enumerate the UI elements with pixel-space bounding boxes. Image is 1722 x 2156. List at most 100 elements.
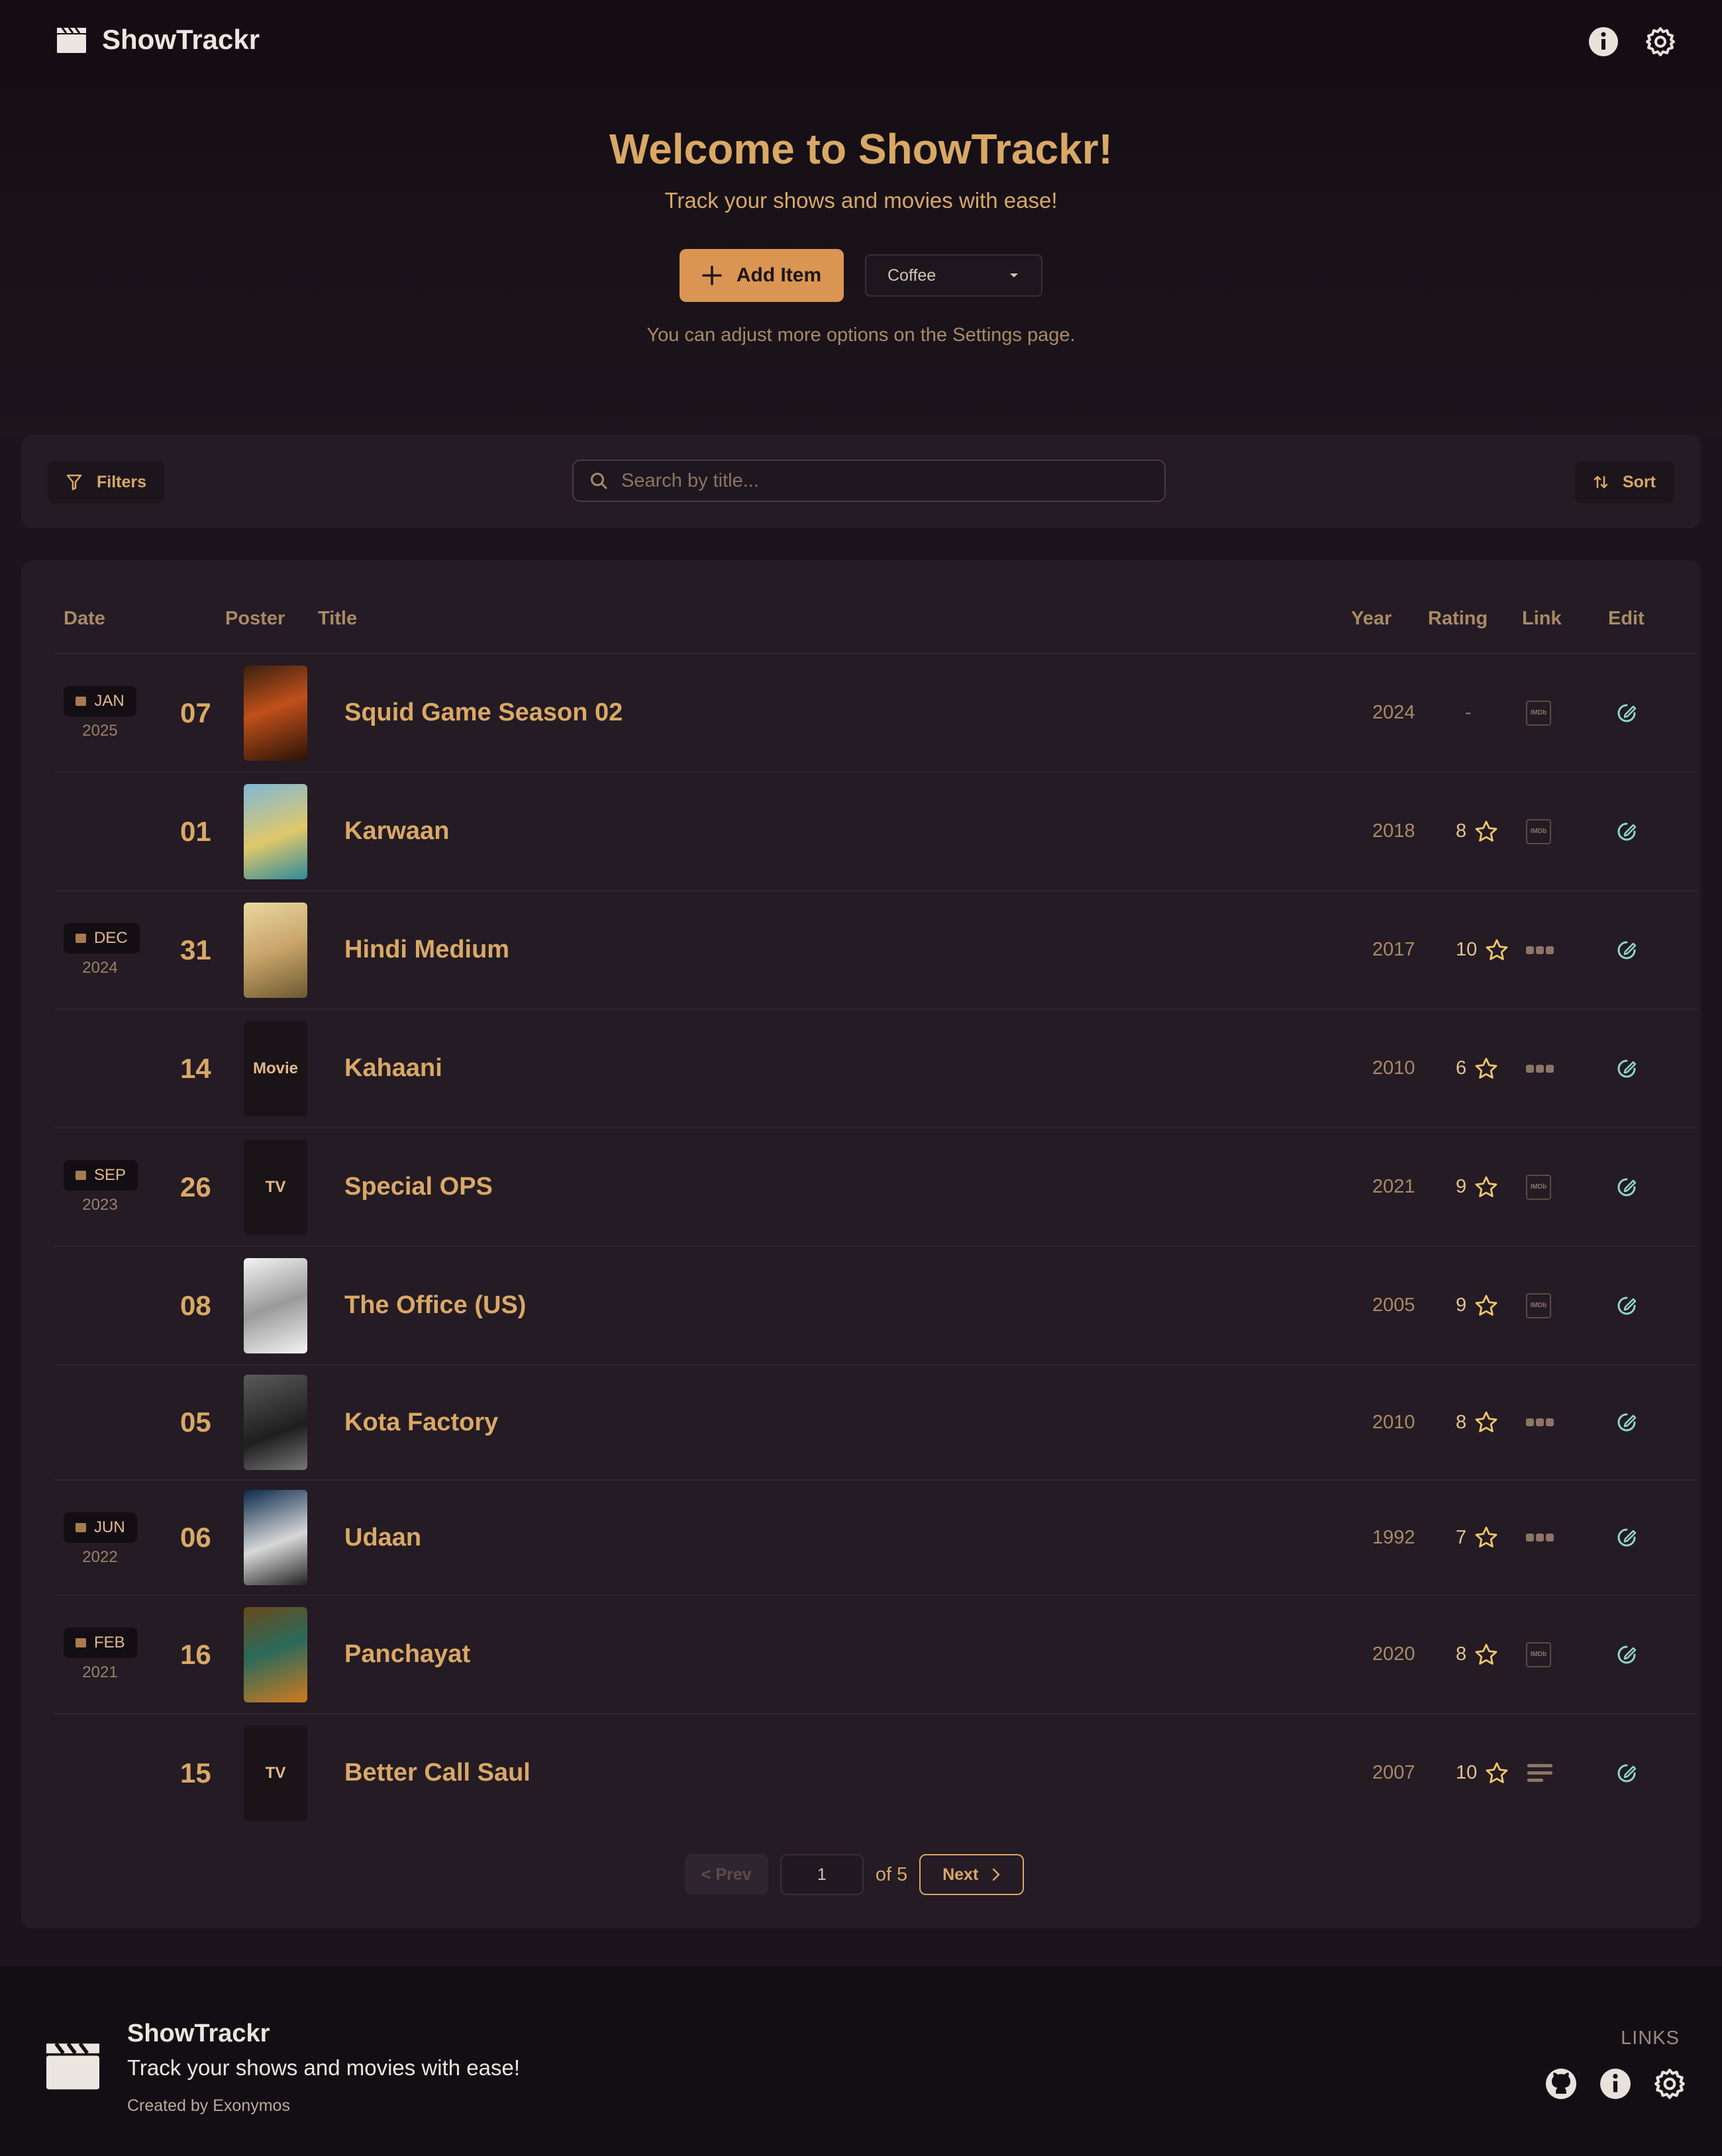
date-month-text: FEB (94, 1634, 125, 1651)
item-title[interactable]: Better Call Saul (344, 1714, 531, 1832)
sort-label: Sort (1623, 472, 1656, 491)
external-link[interactable]: IMDb (1526, 773, 1551, 890)
star-icon (1475, 1295, 1497, 1316)
date-month-text: DEC (94, 929, 128, 947)
table-row[interactable]: 08 The Office (US) 2005 9 IMDb (54, 1246, 1697, 1364)
edit-icon (1617, 704, 1637, 722)
item-rating: 8 (1456, 1596, 1498, 1713)
imdb-link-icon: IMDb (1526, 818, 1551, 844)
footer-credit[interactable]: Created by Exonymos (127, 2096, 290, 2116)
rating-value: 8 (1456, 820, 1467, 842)
table-row[interactable]: DEC 2024 31 Hindi Medium 2017 10 (54, 890, 1697, 1008)
edit-button[interactable] (1615, 1010, 1639, 1127)
edit-button[interactable] (1615, 1714, 1639, 1832)
next-page-button[interactable]: Next (919, 1854, 1025, 1895)
item-year: 1992 (1372, 1526, 1415, 1548)
plus-icon (702, 266, 722, 285)
external-link[interactable] (1526, 1010, 1554, 1127)
external-link[interactable]: IMDb (1526, 1596, 1551, 1713)
item-title[interactable]: Panchayat (344, 1596, 470, 1713)
prev-page-button[interactable]: < Prev (684, 1854, 768, 1895)
table-row[interactable]: 14 Movie Kahaani 2010 6 (54, 1008, 1697, 1127)
search-input[interactable] (620, 469, 1139, 493)
edit-button[interactable] (1615, 1365, 1639, 1479)
date-month-text: JAN (94, 692, 125, 710)
item-title[interactable]: Squid Game Season 02 (344, 654, 623, 771)
date-month: JUN (64, 1512, 137, 1543)
table-row[interactable]: JUN 2022 06 Udaan 1992 7 (54, 1479, 1697, 1594)
edit-icon (1617, 1764, 1637, 1782)
date-day: 06 (180, 1522, 211, 1553)
item-title[interactable]: Hindi Medium (344, 891, 509, 1008)
table-row[interactable]: 05 Kota Factory 2010 8 (54, 1364, 1697, 1479)
col-rating[interactable]: Rating (1428, 608, 1488, 630)
pagination: < Prev 1 of 5 Next (15, 1854, 1694, 1895)
edit-button[interactable] (1615, 1247, 1639, 1364)
external-link[interactable]: IMDb (1526, 1247, 1551, 1364)
edit-button[interactable] (1615, 891, 1639, 1008)
clapperboard-icon (46, 2042, 99, 2090)
star-icon (1486, 939, 1508, 960)
app-root: ShowTrackr Welcome to ShowTrackr! Track … (0, 0, 1722, 2156)
date-badge: SEP 2023 (64, 1160, 138, 1214)
calendar-icon (76, 1638, 86, 1647)
imdb-link-icon: IMDb (1526, 1293, 1551, 1318)
add-item-button[interactable]: Add Item (680, 249, 844, 302)
item-title[interactable]: Kota Factory (344, 1365, 498, 1479)
date-day: 05 (180, 1406, 211, 1438)
theme-select[interactable]: Coffee (865, 254, 1042, 297)
col-poster: Poster (225, 608, 285, 629)
table-row[interactable]: SEP 2023 26 TV Special OPS 2021 9 IMDb (54, 1127, 1697, 1246)
external-link[interactable] (1526, 1481, 1554, 1594)
edit-button[interactable] (1615, 1481, 1639, 1594)
table-row[interactable]: 15 TV Better Call Saul 2007 10 (54, 1713, 1697, 1832)
page-number-input[interactable]: 1 (780, 1854, 864, 1895)
info-icon[interactable] (1599, 2067, 1632, 2100)
edit-icon (1617, 1059, 1637, 1077)
col-year[interactable]: Year (1351, 608, 1392, 630)
edit-icon (1617, 1178, 1637, 1196)
date-day: 31 (180, 934, 211, 965)
edit-button[interactable] (1615, 654, 1639, 771)
poster (244, 903, 307, 998)
item-title[interactable]: The Office (US) (344, 1247, 526, 1364)
table-row[interactable]: 01 Karwaan 2018 8 IMDb (54, 771, 1697, 890)
external-link[interactable]: IMDb (1526, 654, 1551, 771)
date-day: 15 (180, 1757, 211, 1788)
item-title[interactable]: Udaan (344, 1481, 421, 1594)
edit-icon (1617, 1297, 1637, 1314)
date-month-text: SEP (94, 1166, 127, 1184)
next-page-label: Next (942, 1865, 979, 1884)
external-link[interactable] (1526, 891, 1554, 1008)
app-name: ShowTrackr (102, 24, 260, 55)
date-month-text: JUN (94, 1518, 125, 1536)
item-title[interactable]: Kahaani (344, 1010, 442, 1127)
external-link[interactable] (1526, 1365, 1554, 1479)
edit-button[interactable] (1615, 773, 1639, 890)
sort-button[interactable]: Sort (1575, 461, 1674, 503)
item-rating: 8 (1456, 773, 1498, 890)
gear-icon[interactable] (1653, 2067, 1686, 2100)
brand[interactable]: ShowTrackr (57, 24, 260, 56)
search-field[interactable] (572, 460, 1166, 502)
edit-button[interactable] (1615, 1128, 1639, 1246)
item-title[interactable]: Karwaan (344, 773, 449, 890)
table-row[interactable]: FEB 2021 16 Panchayat 2020 8 IMDb (54, 1594, 1697, 1713)
edit-button[interactable] (1615, 1596, 1639, 1713)
col-title[interactable]: Title (318, 608, 357, 630)
imdb-link-icon: IMDb (1526, 1642, 1551, 1667)
external-link[interactable] (1526, 1714, 1554, 1832)
rating-value: 10 (1456, 1762, 1478, 1783)
table-row[interactable]: JAN 2025 07 Squid Game Season 02 2024 - IMDb (54, 653, 1697, 771)
date-year: 2024 (82, 959, 118, 977)
edit-icon (1617, 1413, 1637, 1432)
external-link[interactable]: IMDb (1526, 1128, 1551, 1246)
filters-button[interactable]: Filters (48, 461, 166, 503)
col-date[interactable]: Date (64, 608, 105, 630)
gear-icon[interactable] (1644, 25, 1677, 58)
info-icon[interactable] (1587, 25, 1620, 58)
github-icon[interactable] (1545, 2067, 1578, 2100)
item-title[interactable]: Special OPS (344, 1128, 493, 1246)
search-icon (591, 473, 607, 489)
date-day: 08 (180, 1289, 211, 1321)
